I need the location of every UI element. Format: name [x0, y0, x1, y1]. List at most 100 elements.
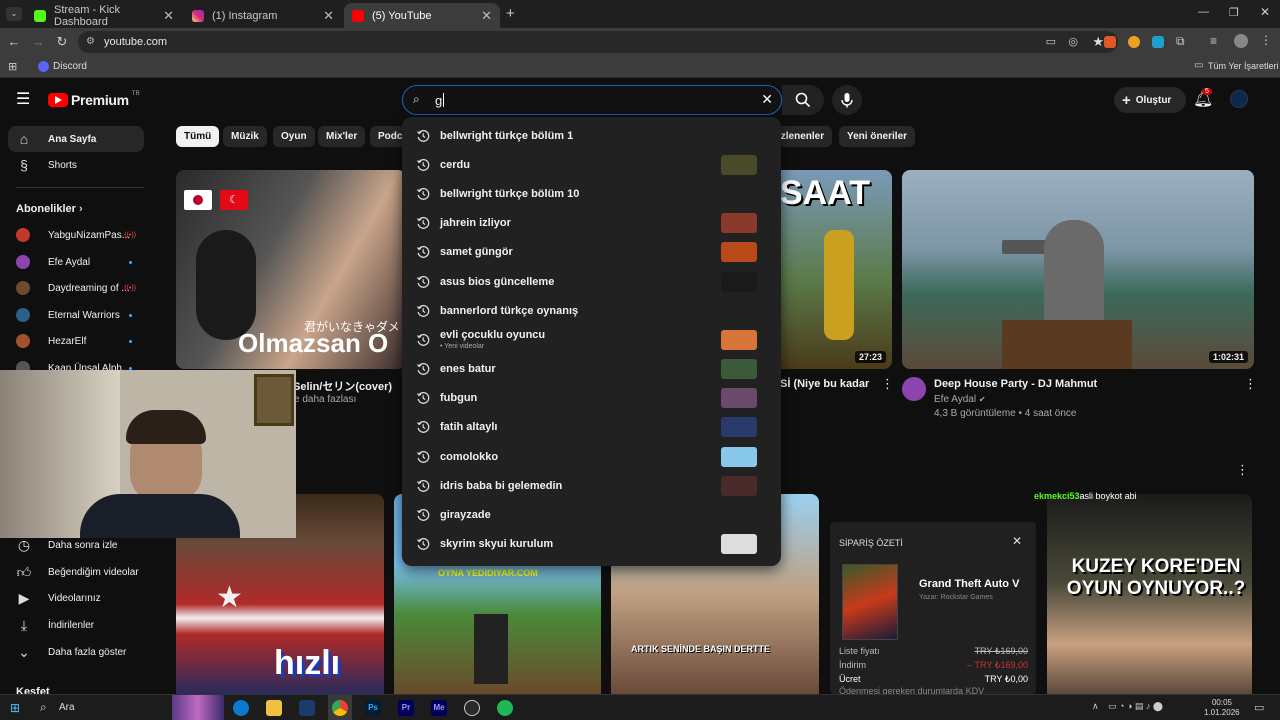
- search-button[interactable]: [782, 85, 824, 115]
- suggestion-item[interactable]: cerdu: [402, 150, 781, 179]
- extension-icon[interactable]: [1152, 36, 1164, 48]
- search-input[interactable]: g: [435, 93, 442, 108]
- sidebar-item-shorts[interactable]: § Shorts: [8, 152, 144, 178]
- video-thumbnail[interactable]: KUZEY KORE'DEN OYUN OYNUYOR..?: [1047, 494, 1252, 694]
- chip-new-recommendations[interactable]: Yeni öneriler: [839, 126, 916, 147]
- video-title[interactable]: Sİ (Niye bu kadar: [780, 378, 869, 390]
- close-tab-icon[interactable]: ✕: [481, 8, 492, 24]
- premiere-icon[interactable]: Pr: [398, 700, 414, 716]
- tab-kick[interactable]: Stream - Kick Dashboard ✕: [26, 3, 182, 28]
- suggestion-item[interactable]: comolokko: [402, 442, 781, 471]
- taskbar-search[interactable]: Ara: [59, 702, 75, 713]
- tab-instagram[interactable]: (1) Instagram ✕: [184, 3, 342, 28]
- reading-list-icon[interactable]: ≡: [1210, 34, 1217, 48]
- channel-avatar[interactable]: [902, 377, 926, 401]
- sidebar-sub-item[interactable]: HezarElf: [16, 331, 144, 351]
- spotify-icon[interactable]: [497, 700, 513, 716]
- photoshop-icon[interactable]: Ps: [365, 700, 381, 716]
- youtube-logo[interactable]: Premium TR: [48, 91, 140, 108]
- apps-grid-icon[interactable]: ⊞: [8, 60, 17, 73]
- sidebar-sub-item[interactable]: Eternal Warriors: [16, 305, 144, 325]
- video-title[interactable]: Selin/セリン(cover): [293, 378, 392, 394]
- suggestion-item[interactable]: jahrein izliyor: [402, 209, 781, 238]
- reload-icon[interactable]: ↻: [54, 34, 70, 50]
- chip-mixes[interactable]: Mix'ler: [318, 126, 366, 147]
- chip-all[interactable]: Tümü: [176, 126, 220, 147]
- windows-start-icon[interactable]: ⊞: [10, 701, 20, 715]
- menu-icon[interactable]: ⋮: [1260, 33, 1272, 47]
- clear-search-icon[interactable]: ✕: [761, 91, 773, 108]
- video-thumbnail[interactable]: ☾ 君がいなきゃダメ Olmazsan O: [176, 170, 406, 369]
- tab-youtube[interactable]: (5) YouTube ✕: [344, 3, 500, 28]
- suggestion-item[interactable]: fatih altaylı: [402, 413, 781, 442]
- hamburger-menu-icon[interactable]: ☰: [16, 89, 30, 109]
- bookmark-star-icon[interactable]: ★: [1092, 34, 1104, 50]
- account-avatar[interactable]: [1230, 90, 1248, 108]
- install-icon[interactable]: ▭: [1046, 35, 1056, 48]
- close-tab-icon[interactable]: ✕: [323, 8, 334, 24]
- notification-center-icon[interactable]: ▭: [1254, 701, 1264, 714]
- suggestion-item[interactable]: samet güngör: [402, 238, 781, 267]
- file-explorer-icon[interactable]: [266, 700, 282, 716]
- media-encoder-icon[interactable]: Me: [431, 700, 447, 716]
- tray-icons[interactable]: ▭ ◔ ◑ ▤ ♪ ⬤: [1108, 701, 1163, 712]
- minimize-icon[interactable]: —: [1198, 6, 1209, 18]
- suggestion-item[interactable]: asus bios güncelleme: [402, 267, 781, 296]
- profile-avatar[interactable]: [1234, 34, 1248, 48]
- extension-icon[interactable]: [1104, 36, 1116, 48]
- sidebar-sub-item[interactable]: Efe Aydal: [16, 252, 144, 272]
- video-menu-icon[interactable]: ⋮: [881, 376, 894, 392]
- voice-search-button[interactable]: [832, 85, 862, 115]
- close-icon[interactable]: ✕: [1012, 534, 1022, 548]
- create-button[interactable]: + Oluştur: [1114, 87, 1186, 113]
- forward-icon[interactable]: →: [30, 34, 46, 49]
- chrome-icon[interactable]: [332, 700, 348, 716]
- extension-icon[interactable]: [1128, 36, 1140, 48]
- back-icon[interactable]: ←: [6, 34, 22, 49]
- close-tab-icon[interactable]: ✕: [163, 8, 174, 24]
- sidebar-item-home[interactable]: ⌂ Ana Sayfa: [8, 126, 144, 152]
- suggestion-item[interactable]: bannerlord türkçe oynanış: [402, 296, 781, 325]
- tab-search-icon[interactable]: ⌄: [6, 7, 22, 21]
- sidebar-item-downloads[interactable]: ⤓ İndirilenler: [8, 612, 144, 638]
- chip-gaming[interactable]: Oyun: [273, 126, 315, 147]
- video-channel[interactable]: Efe Aydal ✔: [934, 394, 986, 405]
- suggestion-item[interactable]: idris baba bi gelemedin: [402, 471, 781, 500]
- edge-icon[interactable]: [233, 700, 249, 716]
- subscriptions-heading[interactable]: Abonelikler ›: [16, 203, 83, 215]
- restore-icon[interactable]: ❐: [1229, 6, 1239, 19]
- sidebar-item-liked[interactable]: 👍︎ Beğendiğim videolar: [8, 559, 144, 585]
- sidebar-item-show-more[interactable]: ⌄ Daha fazla göster: [8, 639, 144, 665]
- clock-date[interactable]: 1.01.2026: [1204, 708, 1240, 717]
- suggestion-item[interactable]: bellwright türkçe bölüm 1: [402, 121, 781, 150]
- suggestion-item[interactable]: evli çocuklu oyuncu • Yeni videolar: [402, 325, 781, 354]
- suggestion-item[interactable]: bellwright türkçe bölüm 10: [402, 179, 781, 208]
- all-bookmarks-link[interactable]: Tüm Yer İşaretleri: [1208, 61, 1279, 71]
- shelf-menu-icon[interactable]: ⋮: [1236, 462, 1249, 478]
- sidebar-sub-item[interactable]: YabguNizamPas... ((•)): [16, 225, 144, 245]
- suggestion-item[interactable]: girayzade: [402, 500, 781, 529]
- tray-chevron-icon[interactable]: ∧: [1092, 701, 1099, 712]
- window-close-icon[interactable]: ✕: [1260, 5, 1270, 19]
- url-field[interactable]: ⚙ youtube.com ◎ ▭ ★: [78, 31, 1118, 53]
- eye-off-icon[interactable]: ◎: [1068, 35, 1078, 48]
- search-box[interactable]: ⌕ g ✕: [402, 85, 782, 115]
- obs-icon[interactable]: [464, 700, 480, 716]
- video-title[interactable]: Deep House Party - DJ Mahmut: [934, 378, 1097, 390]
- site-info-icon[interactable]: ⚙: [86, 36, 95, 47]
- clock-time[interactable]: 00:05: [1210, 698, 1234, 707]
- sidebar-sub-item[interactable]: Daydreaming of ... ((•)): [16, 278, 144, 298]
- chip-music[interactable]: Müzik: [223, 126, 267, 147]
- suggestion-item[interactable]: fubgun: [402, 384, 781, 413]
- new-tab-icon[interactable]: +: [506, 5, 515, 22]
- video-thumbnail[interactable]: SAAT 27:23: [780, 170, 892, 369]
- sidebar-item-your-videos[interactable]: ▶ Videolarınız: [8, 585, 144, 611]
- video-menu-icon[interactable]: ⋮: [1244, 376, 1257, 392]
- video-thumbnail[interactable]: 1:02:31: [902, 170, 1254, 369]
- video-channel[interactable]: e daha fazlası: [294, 394, 356, 405]
- suggestion-item[interactable]: enes batur: [402, 355, 781, 384]
- steam-icon[interactable]: [299, 700, 315, 716]
- bookmark-discord[interactable]: Discord: [53, 61, 87, 72]
- suggestion-item[interactable]: skyrim skyui kurulum: [402, 530, 781, 559]
- extensions-puzzle-icon[interactable]: ⧉: [1176, 34, 1185, 49]
